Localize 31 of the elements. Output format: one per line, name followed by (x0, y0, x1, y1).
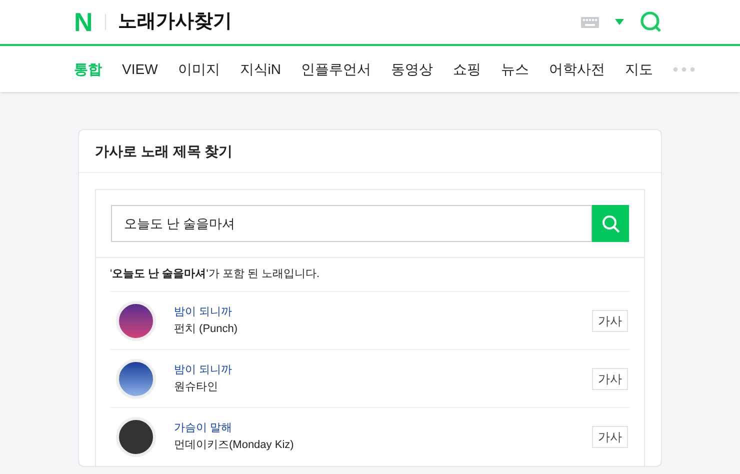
nav-tab[interactable]: 이미지 (178, 58, 220, 80)
lyrics-button[interactable]: 가사 (592, 368, 628, 390)
more-icon[interactable] (673, 66, 696, 72)
artist-name: 펀치 (Punch) (174, 322, 238, 336)
result-message: '오늘도 난 술을마셔'가 포함 된 노래입니다. (110, 258, 630, 292)
search-button[interactable] (592, 205, 629, 242)
nav-tab[interactable]: 뉴스 (501, 58, 530, 80)
page-title: 노래가사찾기 (118, 10, 232, 34)
album-cover-placeholder (116, 300, 156, 340)
keyboard-icon[interactable] (581, 16, 599, 28)
search-field[interactable]: 오늘도 난 술을마셔 (111, 205, 592, 242)
song-title-link[interactable]: 밤이 되니까 (174, 362, 232, 378)
nav-tab[interactable]: 쇼핑 (453, 58, 482, 80)
nav-tab[interactable]: 동영상 (391, 58, 434, 80)
nav-tab[interactable]: 어학사전 (549, 58, 606, 80)
album-cover-placeholder (116, 417, 156, 457)
artist-name: 먼데이키즈(Monday Kiz) (174, 438, 294, 453)
nav-tab[interactable]: 지도 (625, 58, 654, 80)
artist-name: 원슈타인 (174, 380, 219, 394)
album-cover-placeholder (116, 358, 156, 398)
dropdown-caret-icon[interactable] (615, 19, 624, 25)
nav-tab[interactable]: 인플루언서 (301, 58, 372, 80)
search-icon (602, 214, 620, 232)
song-title-link[interactable]: 밤이 되니까 (174, 304, 238, 320)
nav-tab[interactable]: 지식iN (240, 58, 282, 80)
song-title-link[interactable]: 가슴이 말해 (174, 420, 294, 437)
lyrics-button[interactable]: 가사 (592, 310, 628, 332)
lyrics-button[interactable]: 가사 (592, 426, 628, 448)
card-title: 가사로 노래 제목 찾기 (79, 130, 661, 173)
nav-tab[interactable]: VIEW (122, 58, 158, 80)
search-icon[interactable] (640, 11, 662, 33)
